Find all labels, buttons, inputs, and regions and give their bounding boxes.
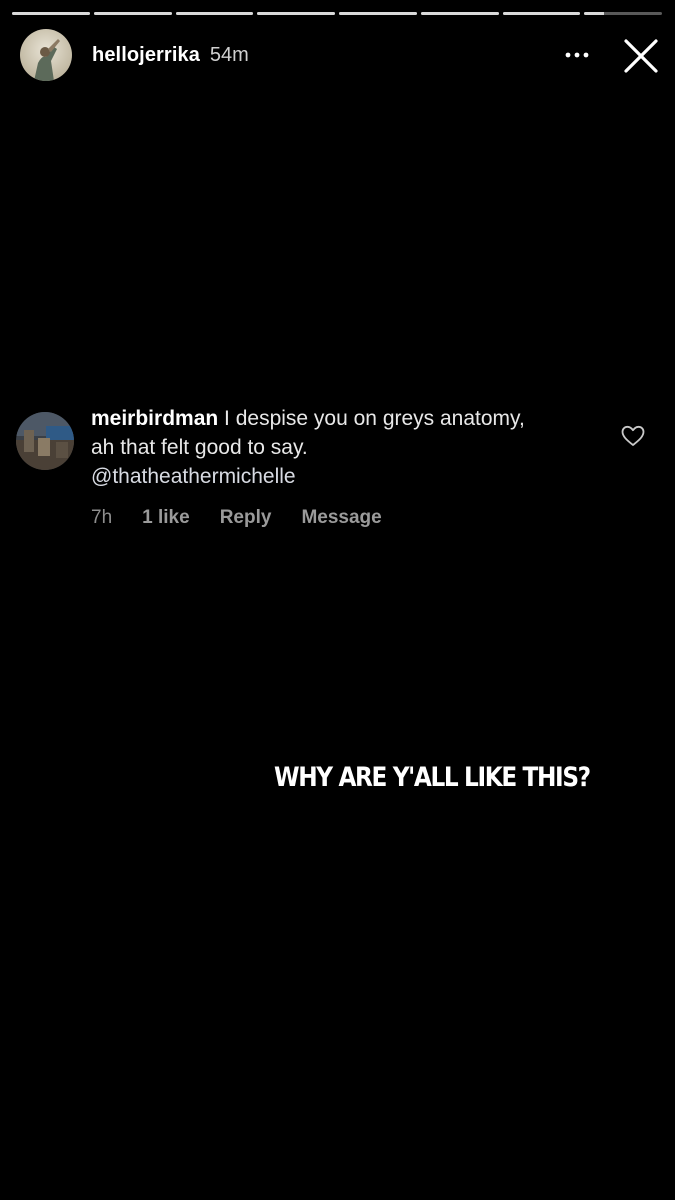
more-horizontal-icon: [565, 52, 589, 58]
progress-segment: [93, 12, 172, 15]
story-progress-bar: [12, 12, 662, 15]
progress-segment: [257, 12, 335, 15]
heart-outline-icon: [621, 425, 645, 446]
comment-username[interactable]: meirbirdman: [91, 407, 218, 430]
comment-body: meirbirdman I despise you on greys anato…: [91, 404, 531, 491]
comment-likes-count[interactable]: 1 like: [142, 507, 190, 529]
close-button[interactable]: [621, 36, 661, 76]
comment-mention[interactable]: @thatheathermichelle: [91, 462, 531, 491]
story-avatar[interactable]: [20, 29, 72, 81]
story-caption: WHY ARE Y'ALL LIKE THIS?: [274, 762, 591, 793]
progress-segment: [12, 12, 90, 15]
story-timestamp: 54m: [209, 43, 249, 66]
progress-segment: [175, 12, 254, 15]
progress-segment: [502, 12, 581, 15]
reply-button[interactable]: Reply: [220, 507, 272, 529]
story-header: hellojerrika 54m: [20, 28, 661, 82]
message-button[interactable]: Message: [301, 507, 381, 529]
close-icon: [624, 39, 658, 73]
more-options-button[interactable]: [563, 42, 591, 68]
comment-like-button[interactable]: [620, 424, 646, 448]
comment-avatar: [16, 412, 74, 470]
story-username[interactable]: hellojerrika: [92, 44, 200, 67]
progress-segment: [339, 12, 417, 15]
comment-time: 7h: [91, 507, 113, 528]
comment-actions: 7h 1 like Reply Message: [91, 507, 412, 529]
progress-segment: [420, 12, 499, 15]
progress-segment-current: [584, 12, 662, 15]
